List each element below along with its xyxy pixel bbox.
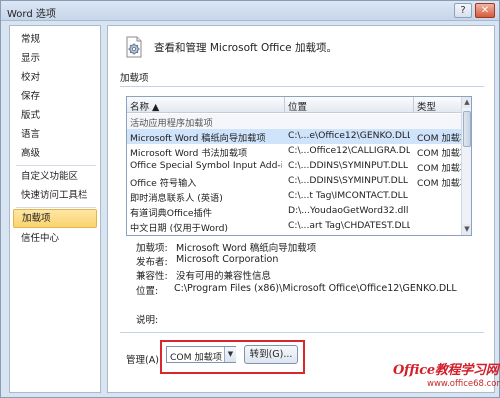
watermark-title: Office教程学习网 bbox=[393, 363, 499, 378]
site-watermark: Office教程学习网 www.office68.com bbox=[393, 359, 500, 398]
row-type: COM 加载项 bbox=[417, 133, 467, 144]
column-header-location[interactable]: 位置 bbox=[288, 99, 307, 113]
sidebar-item-customize-ribbon[interactable]: 自定义功能区 bbox=[13, 167, 97, 186]
table-row[interactable]: 有道词典Office插件 D:\...YoudaoGetWord32.dll bbox=[127, 204, 461, 219]
sidebar-divider bbox=[16, 207, 96, 208]
row-type: COM 加载项 bbox=[417, 163, 467, 174]
help-button[interactable]: ? bbox=[454, 3, 472, 18]
sidebar-item-general[interactable]: 常规 bbox=[13, 30, 97, 49]
close-button[interactable]: ✕ bbox=[475, 3, 495, 18]
title-bar[interactable]: Word 选项 ? ✕ bbox=[1, 1, 499, 21]
sidebar-item-trust-center[interactable]: 信任中心 bbox=[13, 229, 97, 248]
group-header-active: 活动应用程序加载项 bbox=[127, 114, 461, 129]
go-button[interactable]: 转到(G)... bbox=[244, 345, 298, 364]
panel-header: 查看和管理 Microsoft Office 加载项。 bbox=[124, 34, 484, 62]
row-name: Office 符号输入 bbox=[130, 178, 197, 189]
manage-dropdown-value: COM 加载项 bbox=[170, 352, 223, 363]
panel-header-text: 查看和管理 Microsoft Office 加载项。 bbox=[154, 42, 337, 54]
bottom-divider bbox=[120, 332, 484, 333]
sidebar-item-display[interactable]: 显示 bbox=[13, 49, 97, 68]
column-header-name[interactable]: 名称 ▲ bbox=[130, 99, 159, 113]
row-type: COM 加载项 bbox=[417, 178, 467, 189]
table-row[interactable]: Microsoft Word 稿纸向导加载项 C:\...e\Office12\… bbox=[127, 129, 467, 144]
sidebar-item-proofing[interactable]: 校对 bbox=[13, 68, 97, 87]
window-title: Word 选项 bbox=[7, 9, 56, 20]
table-row[interactable]: Microsoft Word 书法加载项 C:\...Office12\CALL… bbox=[127, 144, 467, 159]
detail-addin-label: 加载项: bbox=[136, 243, 168, 254]
row-location: C:\...Office12\CALLIGRA.DLL bbox=[288, 145, 410, 156]
scroll-down-arrow-icon[interactable]: ▼ bbox=[462, 224, 471, 235]
column-divider[interactable] bbox=[284, 97, 285, 113]
table-row[interactable]: 中文日期 (仅用于Word) C:\...art Tag\CHDATEST.DL… bbox=[127, 219, 461, 234]
row-name: 中文日期 (仅用于Word) bbox=[130, 223, 229, 234]
row-name: Microsoft Word 稿纸向导加载项 bbox=[130, 133, 266, 144]
chevron-down-icon[interactable]: ▼ bbox=[224, 347, 236, 362]
manage-dropdown[interactable]: COM 加载项 ▼ bbox=[166, 346, 236, 363]
detail-location-label: 位置: bbox=[136, 286, 159, 297]
options-sidebar: 常规 显示 校对 保存 版式 语言 高级 自定义功能区 快速访问工具栏 加载项 … bbox=[9, 25, 101, 393]
addins-panel: 查看和管理 Microsoft Office 加载项。 加载项 名称 ▲ 位置 … bbox=[107, 25, 495, 393]
detail-publisher-value: Microsoft Corporation bbox=[176, 254, 279, 265]
addins-list[interactable]: 名称 ▲ 位置 类型 活动应用程序加载项 Microsoft Word 稿纸向导… bbox=[126, 96, 472, 236]
sidebar-divider bbox=[16, 165, 96, 166]
table-row[interactable]: 即时消息联系人 (英语) C:\...t Tag\IMCONTACT.DLL bbox=[127, 189, 461, 204]
row-location: C:\...art Tag\CHDATEST.DLL bbox=[288, 220, 410, 231]
row-location: C:\...DDINS\SYMINPUT.DLL bbox=[288, 160, 408, 171]
row-location: C:\...t Tag\IMCONTACT.DLL bbox=[288, 190, 408, 201]
row-type: COM 加载项 bbox=[417, 148, 467, 159]
table-row[interactable]: Office 符号输入 C:\...DDINS\SYMINPUT.DLL COM… bbox=[127, 174, 467, 189]
section-title-addins: 加载项 bbox=[120, 73, 149, 84]
row-name: 有道词典Office插件 bbox=[130, 208, 212, 219]
column-divider[interactable] bbox=[413, 97, 414, 113]
manage-label: 管理(A): bbox=[126, 355, 163, 366]
column-header-type[interactable]: 类型 bbox=[417, 99, 436, 113]
addins-list-header: 名称 ▲ 位置 类型 bbox=[127, 97, 461, 113]
row-name: Microsoft Word 书法加载项 bbox=[130, 148, 248, 159]
detail-compat-value: 没有可用的兼容性信息 bbox=[176, 271, 272, 282]
row-name: 即时消息联系人 (英语) bbox=[130, 193, 223, 204]
sidebar-item-save[interactable]: 保存 bbox=[13, 87, 97, 106]
detail-publisher-label: 发布者: bbox=[136, 257, 168, 268]
table-row[interactable]: Office Special Symbol Input Add-in C:\..… bbox=[127, 159, 467, 174]
detail-compat-label: 兼容性: bbox=[136, 271, 168, 282]
detail-location-value: C:\Program Files (x86)\Microsoft Office\… bbox=[174, 283, 457, 294]
scroll-up-arrow-icon[interactable]: ▲ bbox=[462, 97, 471, 108]
sidebar-item-quick-access-toolbar[interactable]: 快速访问工具栏 bbox=[13, 186, 97, 205]
detail-desc-label: 说明: bbox=[136, 315, 159, 326]
word-options-dialog: Word 选项 ? ✕ 常规 显示 校对 保存 版式 语言 高级 自定义功能区 … bbox=[0, 0, 500, 398]
row-location: C:\...DDINS\SYMINPUT.DLL bbox=[288, 175, 408, 186]
row-location: D:\...YoudaoGetWord32.dll bbox=[288, 205, 409, 216]
watermark-url: www.office68.com bbox=[427, 379, 500, 389]
detail-addin-value: Microsoft Word 稿纸向导加载项 bbox=[176, 243, 317, 254]
group-label: 活动应用程序加载项 bbox=[130, 118, 213, 129]
addins-gear-icon bbox=[126, 36, 142, 58]
sidebar-item-language[interactable]: 语言 bbox=[13, 125, 97, 144]
sidebar-item-advanced[interactable]: 高级 bbox=[13, 144, 97, 163]
sidebar-item-addins[interactable]: 加载项 bbox=[13, 209, 97, 228]
sidebar-item-typography[interactable]: 版式 bbox=[13, 106, 97, 125]
addins-list-scrollbar[interactable]: ▲ ▼ bbox=[461, 97, 471, 235]
scrollbar-thumb[interactable] bbox=[463, 111, 471, 147]
row-name: Office Special Symbol Input Add-in bbox=[130, 160, 282, 171]
section-divider bbox=[120, 86, 484, 87]
row-location: C:\...e\Office12\GENKO.DLL bbox=[288, 130, 410, 141]
